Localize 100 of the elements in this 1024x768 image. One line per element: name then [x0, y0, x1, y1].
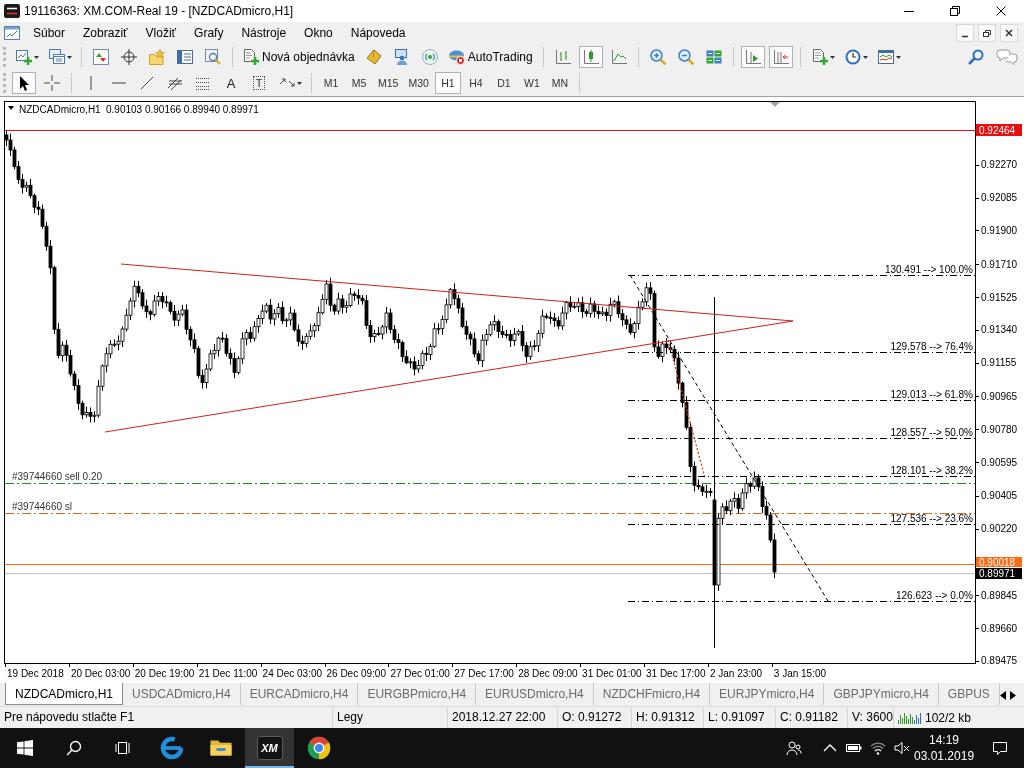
clock-time[interactable]: 14:19 [914, 732, 974, 748]
fibonacci-level-label: 126.623 --> 0.0% [896, 590, 973, 601]
timeframe-button[interactable]: M30 [404, 72, 433, 94]
time-axis-label: 3 Jan 15:00 [773, 668, 827, 679]
window-panes-icon[interactable] [16, 740, 33, 756]
caret-icon[interactable] [862, 55, 868, 59]
menu-item[interactable]: Grafy [185, 22, 233, 44]
chart-window-icon[interactable] [877, 49, 894, 65]
order-label: #39744660 sell 0.20 [12, 471, 103, 482]
arrow-cursor-tool-button[interactable] [12, 72, 36, 94]
price-tag-label: 0.90018 [979, 556, 1016, 568]
menu-item[interactable]: Zobraziť [74, 22, 137, 44]
restore-icon[interactable] [978, 24, 996, 42]
timeframe-button[interactable]: H1 [434, 72, 461, 94]
chart-shift-marker-icon[interactable] [770, 102, 780, 107]
autotrading-button[interactable]: AutoTrading [443, 46, 538, 68]
price-axis-label: 0.91155 [981, 357, 1017, 369]
chart-shift-button[interactable] [768, 46, 793, 68]
timeframe-button[interactable]: MN [546, 72, 573, 94]
zoom-out-icon[interactable] [677, 49, 694, 65]
time-axis-label: 26 Dec 09:00 [326, 668, 386, 679]
autoscroll-button[interactable] [740, 46, 765, 68]
hatched-lines-icon [167, 75, 183, 91]
chart-tab[interactable]: NZDCHFmicro,H4 [593, 683, 711, 705]
caret-icon[interactable] [829, 55, 835, 59]
tiles-icon[interactable] [705, 49, 722, 65]
chart-tab[interactable]: EURGBPmicro,H4 [358, 683, 477, 705]
document-plus-icon[interactable] [811, 49, 828, 65]
close-icon[interactable] [996, 6, 1006, 16]
window-magnifier-icon[interactable] [205, 49, 221, 65]
muted-speaker-icon[interactable] [894, 740, 910, 756]
chart-plus-icon[interactable] [16, 49, 32, 65]
crosshair-icon [44, 75, 60, 91]
timeframe-button[interactable]: M1 [318, 72, 344, 94]
price-axis-label: 0.90220 [981, 523, 1018, 535]
axes-arrow-icon [772, 49, 789, 65]
text-tool-button[interactable]: A [219, 72, 243, 94]
wifi-icon[interactable] [870, 740, 886, 756]
chart-tab[interactable]: EURCADmicro,H4 [240, 683, 359, 705]
diamond-icon[interactable] [365, 49, 382, 65]
chart-tab[interactable]: EURUSDmicro,H4 [476, 683, 594, 705]
signal-bars-icon [898, 711, 921, 724]
caret-icon[interactable] [34, 55, 39, 59]
ohlc-values: 0.90103 0.90166 0.89940 0.89971 [106, 104, 259, 115]
time-axis-label: 27 Dec 01:00 [390, 668, 450, 679]
timeframe-button[interactable]: W1 [518, 72, 545, 94]
speech-bubbles-icon[interactable] [996, 49, 1018, 65]
scroll-right-icon[interactable] [1010, 691, 1016, 700]
notification-icon[interactable] [992, 740, 1008, 756]
menu-item[interactable]: Vložiť [136, 22, 186, 44]
app-logo: XM [256, 736, 283, 760]
collapse-triangle-icon[interactable] [8, 106, 14, 110]
restore-icon[interactable] [950, 6, 960, 16]
menu-item[interactable]: Súbor [24, 22, 75, 44]
list-window-icon[interactable] [177, 49, 193, 65]
time-axis-label: 24 Dec 03:00 [262, 668, 323, 679]
menu-item[interactable]: Okno [295, 22, 342, 44]
vertical-line-icon [90, 76, 92, 90]
scroll-left-icon[interactable] [1000, 691, 1006, 700]
clock-icon[interactable] [844, 49, 861, 65]
zoom-in-icon[interactable] [649, 49, 666, 65]
fibonacci-level-label: 129.013 --> 61.8% [890, 389, 973, 400]
window-title: 19116363: XM.COM-Real 19 - [NZDCADmicro,H1] [24, 3, 294, 20]
app-logo-icon [4, 3, 20, 19]
time-axis-label: 21 Dec 11:00 [198, 668, 258, 679]
taskbar-button[interactable]: XM [245, 728, 294, 768]
search-icon[interactable] [65, 740, 82, 756]
chart-tab[interactable]: USDCADmicro,H4 [123, 683, 241, 705]
new-order-button[interactable]: Nová objednávka [238, 46, 360, 68]
people-icon[interactable] [786, 740, 802, 756]
radio-waves-icon[interactable] [421, 49, 438, 65]
caret-icon[interactable] [895, 55, 901, 59]
chart-window-icon[interactable] [4, 25, 20, 41]
caret-icon[interactable] [67, 55, 72, 59]
label-tool-button[interactable]: T [247, 72, 271, 94]
browser-logo-icon [306, 736, 331, 760]
timeframe-button[interactable]: M5 [346, 72, 372, 94]
chart-tab[interactable]: GBPUS [938, 683, 1000, 705]
person-screen-icon[interactable] [393, 49, 410, 65]
menu-item[interactable]: Nástroje [232, 22, 296, 44]
stacked-frames-icon[interactable] [114, 740, 131, 756]
clock-date[interactable]: 03.01.2019 [914, 748, 974, 764]
folder-star-icon[interactable] [149, 49, 165, 65]
chart-tab[interactable]: GBPJPYmicro,H4 [824, 683, 939, 705]
crosshair-icon[interactable] [121, 49, 137, 65]
time-axis-label: 28 Dec 09:00 [518, 668, 578, 679]
time-axis-label: 20 Dec 19:00 [134, 668, 195, 679]
menu-item[interactable]: Nápoveda [341, 22, 415, 44]
time-axis-label: 31 Dec 01:00 [582, 668, 642, 679]
stacked-windows-icon[interactable] [49, 49, 65, 65]
chart-symbol-label: NZDCADmicro,H1 [19, 104, 101, 115]
timeframe-button[interactable]: M15 [374, 72, 403, 94]
caret-icon[interactable] [297, 81, 302, 85]
chart-tab[interactable]: EURJPYmicro,H4 [710, 683, 825, 705]
timeframe-button[interactable]: H4 [462, 72, 489, 94]
candlestick-button[interactable] [578, 46, 603, 68]
timeframe-button[interactable]: D1 [490, 72, 517, 94]
diagonal-line-icon [139, 75, 155, 91]
chart-tab[interactable]: NZDCADmicro,H1 [5, 683, 123, 705]
arrows-window-icon[interactable] [93, 49, 109, 65]
